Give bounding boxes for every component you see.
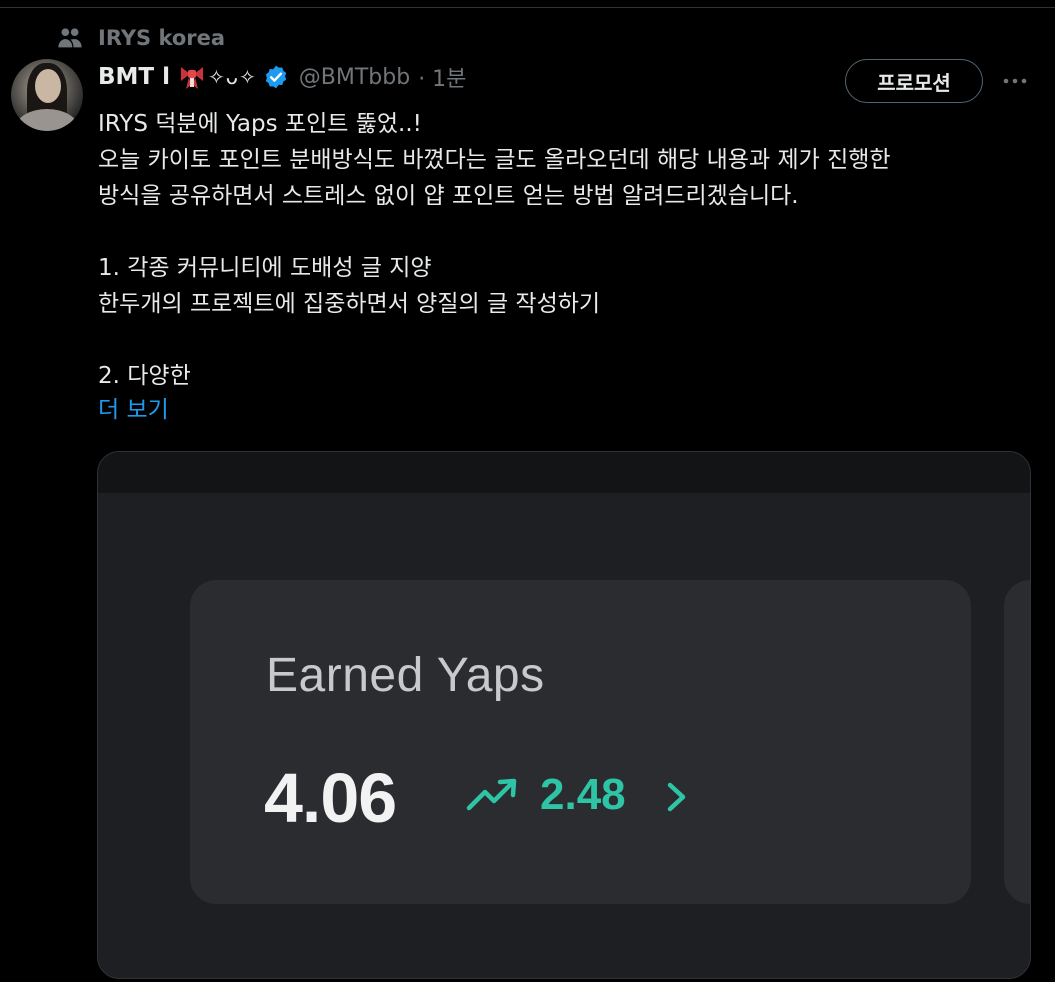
trending-up-icon: [466, 776, 520, 816]
earned-yaps-delta: 2.48: [540, 770, 626, 819]
tweet-line: 1. 각종 커뮤니티에 도배성 글 지양: [98, 255, 432, 281]
community-context[interactable]: IRYS korea: [56, 24, 225, 52]
avatar[interactable]: [11, 59, 83, 131]
more-options-icon[interactable]: [1000, 66, 1030, 96]
tweet-text: IRYS 덕분에 Yaps 포인트 뚫었..! 오늘 카이토 포인트 분배방식도…: [98, 106, 1038, 394]
earned-yaps-value: 4.06: [264, 759, 397, 837]
chevron-right-icon: [664, 780, 690, 814]
tweet-header: BMT l ✧ᴗ✧ @BMTbbb · 1분: [98, 58, 466, 96]
author-handle[interactable]: @BMTbbb: [299, 65, 410, 90]
tweet-line: 2. 다양한: [98, 363, 191, 389]
name-decoration: ✧ᴗ✧: [208, 65, 257, 89]
community-icon: [56, 24, 84, 52]
community-name[interactable]: IRYS korea: [98, 26, 225, 50]
tweet-line: 오늘 카이토 포인트 분배방식도 바꼈다는 글도 올라오던데 해당 내용과 제가…: [98, 147, 891, 173]
post-time[interactable]: · 1분: [418, 61, 466, 93]
image-top-bar: [98, 452, 1030, 493]
promote-button[interactable]: 프로모션: [845, 59, 983, 103]
ribbon-emoji-icon: [178, 63, 206, 91]
earned-yaps-card: Earned Yaps 4.06 2.48: [190, 580, 971, 904]
tweet-line: IRYS 덕분에 Yaps 포인트 뚫었..!: [98, 111, 422, 137]
next-card-edge: [1004, 580, 1030, 904]
earned-yaps-title: Earned Yaps: [266, 649, 545, 702]
tweet-line: 한두개의 프로젝트에 집중하면서 양질의 글 작성하기: [98, 291, 601, 317]
show-more-link[interactable]: 더 보기: [98, 392, 169, 428]
display-name[interactable]: BMT l: [98, 64, 170, 90]
top-divider: [0, 7, 1055, 8]
tweet-line: 방식을 공유하면서 스트레스 없이 얍 포인트 얻는 방법 알려드리겠습니다.: [98, 183, 799, 209]
tweet-image[interactable]: Earned Yaps 4.06 2.48: [97, 451, 1031, 979]
verified-badge-icon: [263, 64, 289, 90]
